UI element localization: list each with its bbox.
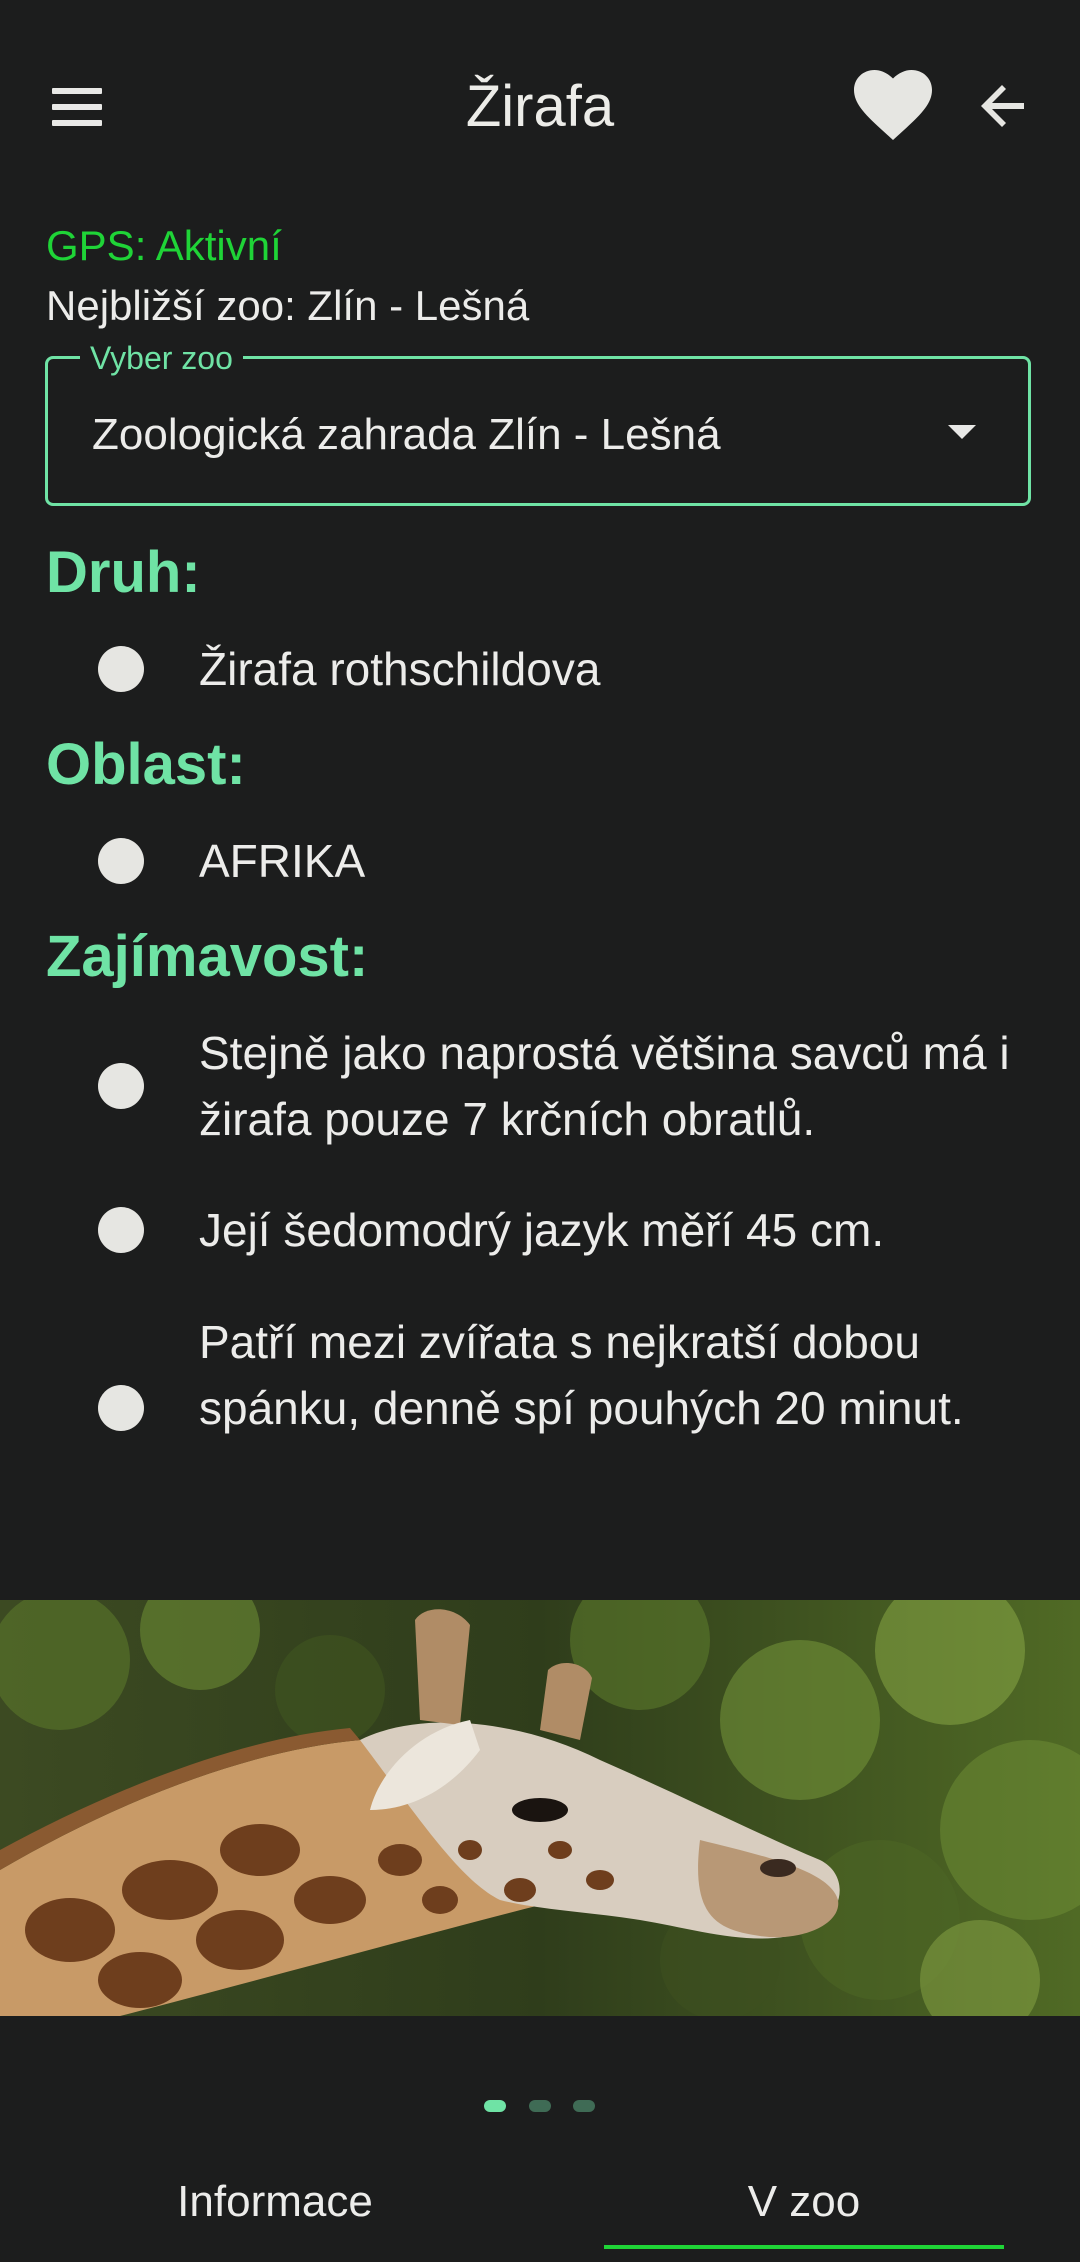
bullet-icon xyxy=(98,646,144,692)
heart-icon[interactable] xyxy=(854,70,932,142)
fact-item: Stejně jako naprostá většina savců má i … xyxy=(199,1027,1010,1145)
fact-item: Patří mezi zvířata s nejkratší dobou spá… xyxy=(199,1316,964,1434)
zoo-select-dropdown[interactable]: Zoologická zahrada Zlín - Lešná xyxy=(45,356,1031,506)
region-item: AFRIKA xyxy=(199,835,366,887)
image-carousel[interactable] xyxy=(0,1600,1080,2016)
facts-heading: Zajímavost: xyxy=(46,924,369,989)
gps-status: GPS: Aktivní xyxy=(46,222,282,269)
dropdown-arrow-icon xyxy=(948,425,976,439)
carousel-page-indicator xyxy=(0,2100,1080,2116)
species-heading: Druh: xyxy=(46,540,201,605)
zoo-select-label: Vyber zoo xyxy=(80,338,243,378)
app-bar: Žirafa xyxy=(0,0,1080,212)
arrow-back-icon[interactable] xyxy=(974,76,1034,136)
bullet-icon xyxy=(98,838,144,884)
zoo-select-value: Zoologická zahrada Zlín - Lešná xyxy=(92,410,721,459)
fact-item: Její šedomodrý jazyk měří 45 cm. xyxy=(199,1204,885,1256)
carousel-dot-active[interactable] xyxy=(484,2100,506,2112)
giraffe-image xyxy=(0,1600,1080,2016)
tab-informace[interactable]: Informace xyxy=(75,2170,475,2262)
bullet-icon xyxy=(98,1063,144,1109)
species-item: Žirafa rothschildova xyxy=(199,643,601,695)
nearest-zoo-text: Nejbližší zoo: Zlín - Lešná xyxy=(46,282,530,329)
bullet-icon xyxy=(98,1207,144,1253)
carousel-dot[interactable] xyxy=(529,2100,551,2112)
region-heading: Oblast: xyxy=(46,732,246,797)
selected-tab-indicator xyxy=(604,2245,1004,2249)
carousel-dot[interactable] xyxy=(573,2100,595,2112)
bullet-icon xyxy=(98,1385,144,1431)
